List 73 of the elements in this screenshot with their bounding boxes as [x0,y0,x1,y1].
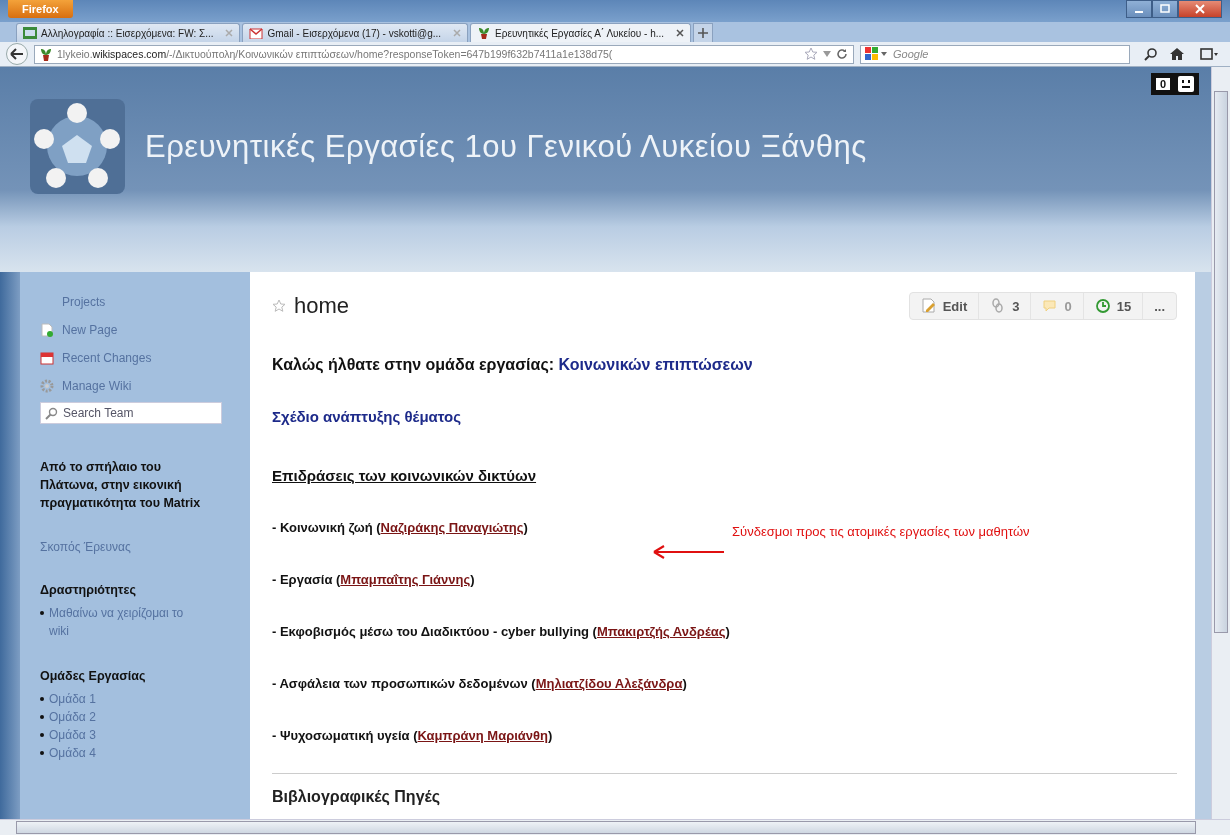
plan-link[interactable]: Σχέδιο ανάπτυξης θέματος [272,408,462,425]
maximize-button[interactable] [1152,0,1178,18]
envelope-icon [249,27,264,39]
minimize-icon [1135,11,1143,13]
browser-tab[interactable]: Gmail - Εισερχόμενα (17) - vskotti@g... [242,23,469,42]
bookmark-star-icon[interactable] [804,47,818,61]
page-pencil-icon [920,298,937,314]
window-icon [1200,47,1218,61]
plant-icon [40,47,52,61]
browser-tab[interactable]: Ερευνητικές Εργασίες Α΄ Λυκείου - h... [470,23,692,42]
search-icon[interactable] [1144,47,1158,61]
scrollbar-thumb[interactable] [1214,91,1228,633]
minimize-button[interactable] [1126,0,1152,18]
section-heading: Δραστηριότητες [40,582,137,598]
reload-icon[interactable] [836,48,848,60]
plant-icon [477,27,492,39]
search-engine-icon [865,47,889,61]
address-bar[interactable]: 1lykeio.wikispaces.com/-/Δικτυούπολη/Κοινωνικών επιπτώσεων/home?responseToken=647b199f632b7411a1e138d75( [34,44,854,64]
author-link[interactable]: Μηλιατζίδου Αλεξάνδρα [535,676,683,691]
section-heading: Ομάδες Εργασίας [40,668,147,684]
author-link[interactable]: Ναζιράκης Παναγιώτης [380,520,524,535]
bullet-icon [40,715,44,719]
back-button[interactable] [6,43,28,65]
browser-tab[interactable]: Αλληλογραφία :: Εισερχόμενα: FW: Σ... [16,23,241,42]
search-icon [45,407,58,420]
search-field[interactable]: Google [860,44,1130,64]
maximize-icon [1160,4,1170,14]
close-button[interactable] [1178,0,1222,18]
author-link[interactable]: Μπακιρτζής Ανδρέας [596,624,726,639]
bullet-icon [40,697,44,701]
history-button[interactable]: 15 [1083,293,1144,319]
site-title: Ερευνητικές Εργασίες 1ου Γενικού Λυκείου Ξάνθης [145,128,867,165]
calendar-icon [40,351,54,365]
list-entry: - Ασφάλεια των προσωπικών δεδομένων (Μηλιατζίδου Αλεξάνδρα) [272,676,687,691]
plus-icon [698,28,709,38]
back-arrow-icon [10,48,24,60]
close-icon [1195,4,1205,14]
group-link[interactable]: Κοινωνικών επιπτώσεων [558,356,753,373]
vertical-scrollbar[interactable] [1211,67,1230,819]
author-link[interactable]: Μπαμπαΐτης Γιάννης [340,572,471,587]
scrollbar-thumb[interactable] [16,821,1196,834]
bullet-icon [40,751,44,755]
close-tab-icon[interactable] [676,29,685,37]
speech-bubble-icon [1042,298,1059,314]
bullet-icon [40,611,44,615]
list-entry: - Ψυχοσωματική υγεία (Καμπράνη Μαριάνθη) [272,728,553,743]
notification-counter[interactable]: 0 [1150,73,1199,95]
gear-icon [40,379,54,393]
search-field[interactable]: Search Team [40,402,222,424]
new-tab-button[interactable] [693,23,714,42]
list-entry: - Εκφοβισμός μέσω του Διαδικτύου - cyber bullying (Μπακιρτζής Ανδρέας) [272,624,730,639]
arrow-icon [652,544,724,560]
author-link[interactable]: Καμπράνη Μαριάνθη [417,728,548,743]
list-entry: - Εργασία (Μπαμπαΐτης Γιάννης) [272,572,475,587]
clock-icon [1094,298,1111,314]
horizontal-scrollbar[interactable] [0,819,1230,835]
edit-button[interactable]: Edit [909,293,980,319]
section-heading: Βιβλιογραφικές Πηγές [272,788,442,806]
list-entry: - Κοινωνική ζωή (Ναζιράκης Παναγιώτης) [272,520,528,535]
bullet-icon [40,733,44,737]
links-button[interactable]: 3 [979,293,1032,319]
section-heading: Επιδράσεις των κοινωνικών δικτύων [272,467,538,484]
more-button[interactable]: ... [1143,293,1176,319]
annotation-text: Σύνδεσμοι προς τις ατομικές εργασίες των μαθητών [732,524,1030,539]
dropdown-icon[interactable] [823,51,831,57]
page-plus-icon [40,323,54,337]
star-icon[interactable] [272,299,286,313]
mail-icon [23,27,37,39]
sidebar-heading: Από το σπήλαιο του Πλάτωνα, στην εικονική πραγματικότητα του Matrix [40,459,202,512]
page-title: home [294,293,350,319]
home-icon [1169,47,1185,61]
face-icon [1178,76,1194,92]
welcome-text: Καλώς ήλθατε στην ομάδα εργασίας: Κοινωνικών επιπτώσεων [272,356,754,374]
